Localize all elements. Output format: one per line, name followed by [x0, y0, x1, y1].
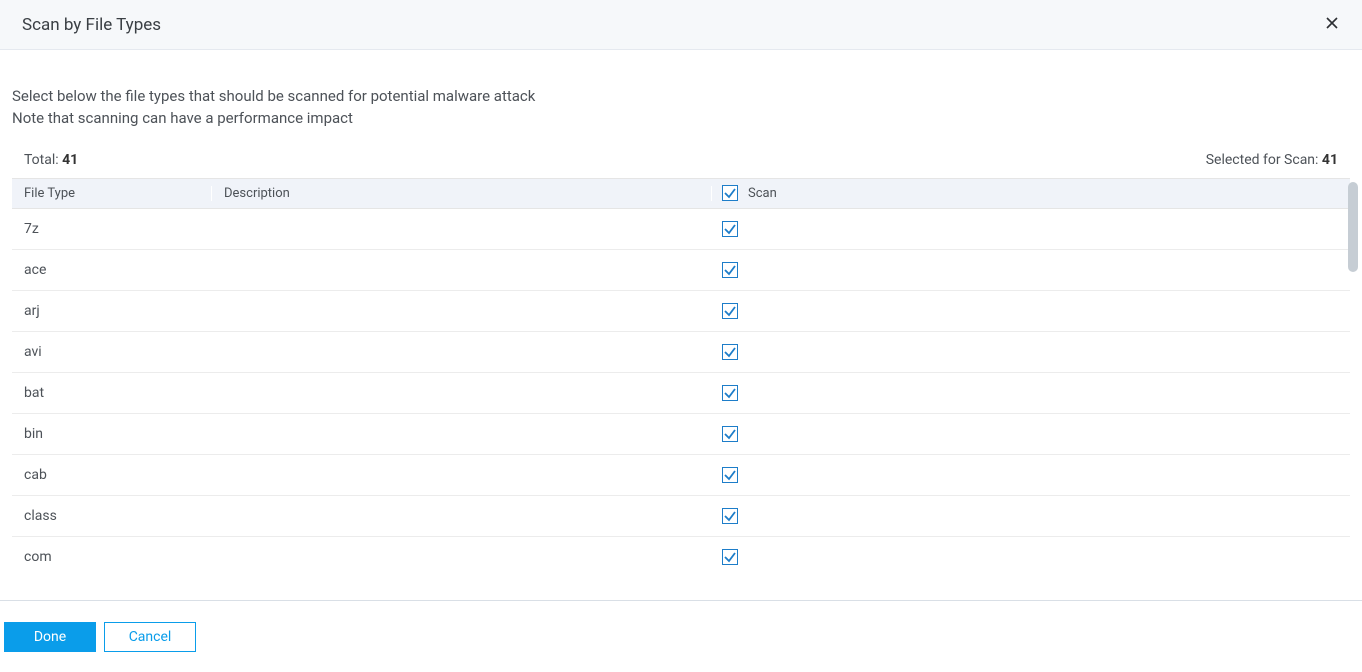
selected-count: Selected for Scan: 41 — [1206, 152, 1338, 168]
header-description[interactable]: Description — [212, 186, 712, 201]
counts-row: Total: 41 Selected for Scan: 41 — [0, 130, 1362, 174]
done-button[interactable]: Done — [4, 622, 96, 652]
scan-checkbox[interactable] — [722, 344, 738, 360]
cell-filetype: bat — [12, 385, 212, 401]
header-scan: Scan — [712, 185, 852, 201]
cell-filetype: cab — [12, 467, 212, 483]
scan-checkbox[interactable] — [722, 467, 738, 483]
cell-filetype: ace — [12, 262, 212, 278]
selected-value: 41 — [1322, 152, 1338, 168]
table-row: com — [12, 537, 1350, 577]
table-header: File Type Description Scan — [12, 179, 1350, 209]
instructions: Select below the file types that should … — [0, 50, 1362, 130]
cell-filetype: avi — [12, 344, 212, 360]
cell-filetype: 7z — [12, 221, 212, 237]
dialog-title: Scan by File Types — [22, 15, 161, 35]
table-row: bat — [12, 373, 1350, 414]
table-row: class — [12, 496, 1350, 537]
close-icon[interactable] — [1324, 15, 1340, 34]
dialog-header: Scan by File Types — [0, 0, 1362, 50]
dialog-footer: Done Cancel — [0, 600, 1362, 672]
total-count: Total: 41 — [24, 152, 78, 168]
scan-checkbox[interactable] — [722, 303, 738, 319]
select-all-checkbox[interactable] — [722, 185, 738, 201]
scrollbar-thumb[interactable] — [1348, 182, 1358, 272]
table-row: avi — [12, 332, 1350, 373]
table-row: ace — [12, 250, 1350, 291]
cell-scan — [712, 262, 852, 278]
scan-checkbox[interactable] — [722, 262, 738, 278]
cell-scan — [712, 549, 852, 565]
cell-filetype: com — [12, 549, 212, 565]
table-row: bin — [12, 414, 1350, 455]
table-body: 7z ace arj avi bat bin cab class com — [12, 209, 1350, 577]
cancel-button[interactable]: Cancel — [104, 622, 196, 652]
total-label: Total: — [24, 152, 59, 168]
cell-scan — [712, 221, 852, 237]
file-type-table: File Type Description Scan 7z ace arj avi ba… — [12, 178, 1350, 577]
table-row: 7z — [12, 209, 1350, 250]
total-value: 41 — [62, 152, 78, 168]
selected-label: Selected for Scan: — [1206, 152, 1319, 168]
table-row: arj — [12, 291, 1350, 332]
instructions-line2: Note that scanning can have a performanc… — [12, 108, 1350, 130]
cell-scan — [712, 426, 852, 442]
scan-checkbox[interactable] — [722, 508, 738, 524]
cell-scan — [712, 467, 852, 483]
header-scan-label: Scan — [748, 186, 777, 201]
cell-filetype: bin — [12, 426, 212, 442]
scan-checkbox[interactable] — [722, 221, 738, 237]
table-row: cab — [12, 455, 1350, 496]
instructions-line1: Select below the file types that should … — [12, 86, 1350, 108]
cell-scan — [712, 303, 852, 319]
cell-scan — [712, 508, 852, 524]
cell-filetype: arj — [12, 303, 212, 319]
cell-scan — [712, 344, 852, 360]
scan-checkbox[interactable] — [722, 385, 738, 401]
scan-checkbox[interactable] — [722, 549, 738, 565]
header-filetype[interactable]: File Type — [12, 186, 212, 201]
cell-filetype: class — [12, 508, 212, 524]
cell-scan — [712, 385, 852, 401]
scan-checkbox[interactable] — [722, 426, 738, 442]
